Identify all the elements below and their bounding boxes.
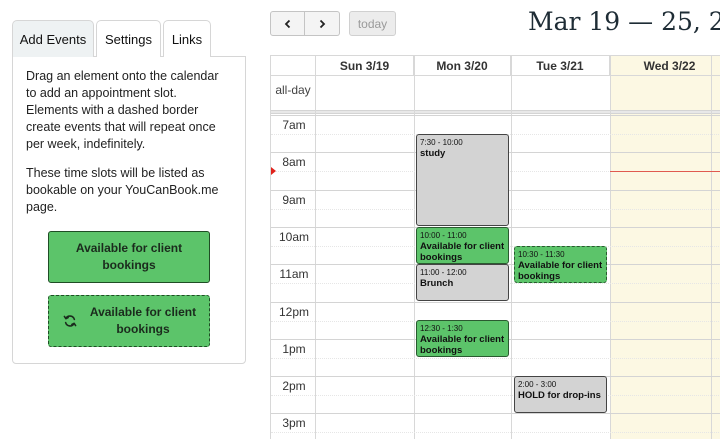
today-button[interactable]: today <box>349 11 396 36</box>
tab-add-events[interactable]: Add Events <box>12 20 94 57</box>
calendar-week-view: Sun 3/19 Mon 3/20 Tue 3/21 Wed 3/22 all-… <box>270 55 720 439</box>
time-label: 11am <box>279 267 309 281</box>
event-available-mon-1000[interactable]: 10:00 - 11:00 Available for client booki… <box>416 227 509 264</box>
hour-line <box>271 302 720 303</box>
allday-divider <box>271 110 720 114</box>
half-hour-line <box>271 358 720 359</box>
time-label: 3pm <box>282 416 306 430</box>
time-label: 12pm <box>278 305 310 319</box>
half-hour-line <box>271 395 720 396</box>
header-axis-cell <box>271 56 316 76</box>
time-label: 10am <box>278 230 310 244</box>
event-brunch[interactable]: 11:00 - 12:00 Brunch <box>416 264 509 301</box>
event-title: HOLD for drop-ins <box>518 390 601 401</box>
hour-line <box>271 376 720 377</box>
event-time: 2:00 - 3:00 <box>518 380 557 389</box>
event-title: Available for client bookings <box>420 241 505 263</box>
hour-line <box>271 413 720 414</box>
event-title: Available for client bookings <box>420 334 505 356</box>
event-time: 12:30 - 1:30 <box>420 324 463 333</box>
day-header-tue: Tue 3/21 <box>511 56 610 76</box>
repeating-availability-slot[interactable]: Available for client bookings <box>48 295 210 347</box>
nav-button-group <box>270 11 340 36</box>
tab-content: Drag an element onto the calendar to add… <box>12 56 246 364</box>
event-title: Brunch <box>420 278 454 289</box>
add-events-panel: Add Events Settings Links Drag an elemen… <box>12 20 246 364</box>
time-label: 1pm <box>282 342 306 356</box>
grid-line <box>711 56 712 439</box>
event-title: Available for client bookings <box>518 260 603 282</box>
time-label: 7am <box>282 118 306 132</box>
allday-label: all-day <box>275 83 311 97</box>
calendar-title: Mar 19 — 25, 20 <box>528 7 720 36</box>
event-time: 7:30 - 10:00 <box>420 138 463 147</box>
day-header-sun: Sun 3/19 <box>316 56 414 76</box>
current-time-arrow <box>271 167 276 175</box>
repeat-slot-label: Available for client bookings <box>89 305 197 336</box>
event-available-tue-1030[interactable]: 10:30 - 11:30 Available for client booki… <box>514 246 607 283</box>
tab-links[interactable]: Links <box>163 20 211 57</box>
day-header-mon: Mon 3/20 <box>414 56 511 76</box>
prev-week-button[interactable] <box>270 11 305 36</box>
grid-line <box>511 56 512 439</box>
grid-line <box>315 56 316 439</box>
event-hold-drop-ins[interactable]: 2:00 - 3:00 HOLD for drop-ins <box>514 376 607 413</box>
event-title: study <box>420 148 446 159</box>
half-hour-line <box>271 432 720 433</box>
current-time-line <box>610 171 720 172</box>
tab-settings[interactable]: Settings <box>96 20 161 57</box>
time-label: 9am <box>282 193 306 207</box>
grid-line <box>414 56 415 439</box>
instructions-text: Drag an element onto the calendar to add… <box>26 69 219 151</box>
event-time: 10:30 - 11:30 <box>518 250 565 259</box>
next-week-button[interactable] <box>305 11 340 36</box>
time-label: 8am <box>282 155 306 169</box>
bookable-note: These time slots will be listed as booka… <box>26 166 219 214</box>
event-time: 11:00 - 12:00 <box>420 268 467 277</box>
time-label: 2pm <box>282 379 306 393</box>
single-availability-slot[interactable]: Available for client bookings <box>48 231 210 283</box>
event-available-mon-1230[interactable]: 12:30 - 1:30 Available for client bookin… <box>416 320 509 357</box>
event-time: 10:00 - 11:00 <box>420 231 467 240</box>
grid-line <box>610 56 611 439</box>
day-header-wed: Wed 3/22 <box>610 56 720 76</box>
chevron-right-icon <box>319 19 326 28</box>
chevron-left-icon <box>284 19 290 28</box>
panel-tabs: Add Events Settings Links <box>12 20 246 57</box>
event-study[interactable]: 7:30 - 10:00 study <box>416 134 509 226</box>
hour-line <box>271 115 720 116</box>
single-slot-label: Available for client bookings <box>75 241 183 272</box>
repeat-icon <box>63 315 77 327</box>
